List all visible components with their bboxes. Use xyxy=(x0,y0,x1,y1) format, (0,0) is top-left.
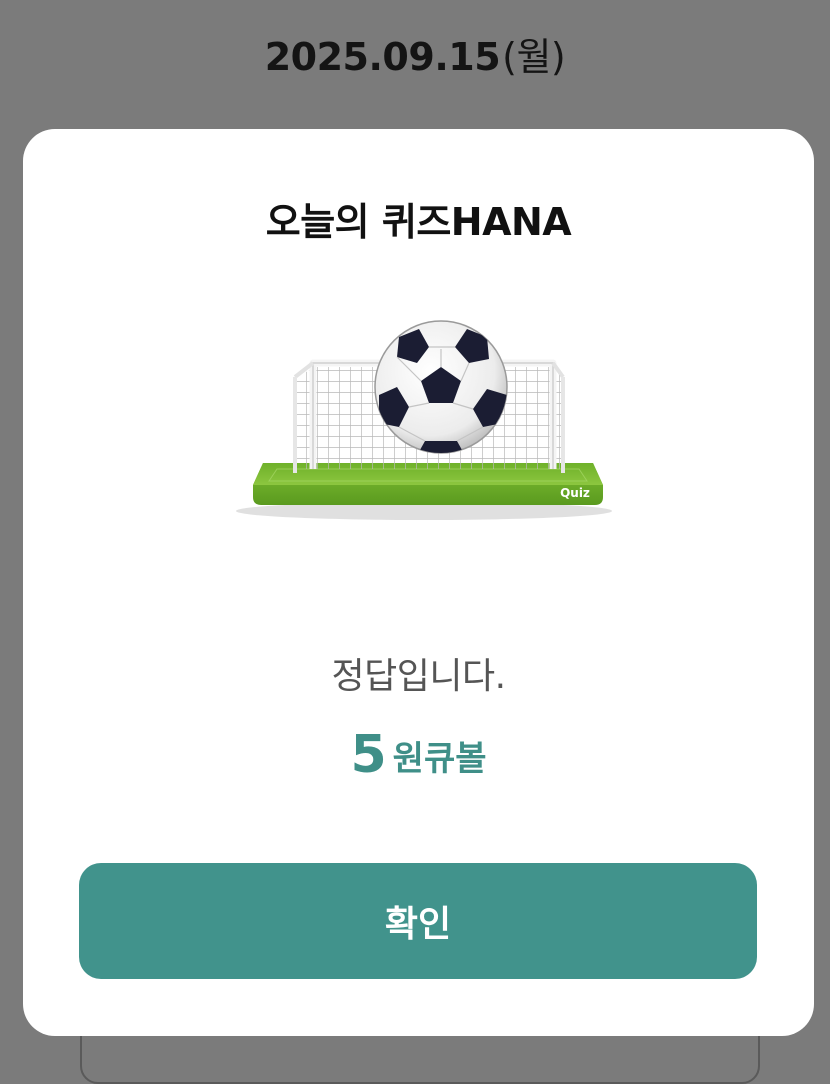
reward-amount: 5 xyxy=(350,725,387,785)
reward-unit: 원큐볼 xyxy=(392,738,487,779)
date-text: 2025.09.15 xyxy=(264,35,501,79)
quiz-badge: Quiz xyxy=(560,486,590,500)
modal-title: 오늘의 퀴즈HANA xyxy=(265,200,572,244)
quiz-result-modal: 오늘의 퀴즈HANA Quiz 정답입니다. 5 원큐볼 확인 xyxy=(23,129,814,1036)
result-message: 정답입니다. xyxy=(331,656,506,697)
weekday-text: (월) xyxy=(502,35,566,79)
reward-display: 5 원큐볼 xyxy=(23,725,814,785)
date-header: 2025.09.15(월) xyxy=(0,26,830,81)
confirm-button[interactable]: 확인 xyxy=(79,863,757,979)
soccer-goal-icon: Quiz xyxy=(236,320,612,520)
